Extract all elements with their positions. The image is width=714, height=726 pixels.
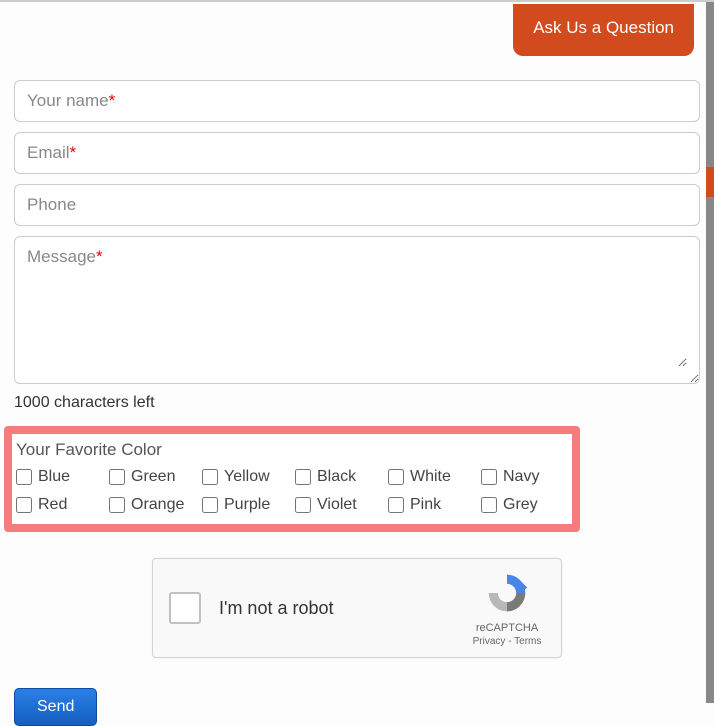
color-checkbox[interactable] [202,497,218,513]
color-option-grey[interactable]: Grey [481,496,568,514]
right-edge-bar [706,2,714,703]
color-checkbox[interactable] [481,497,497,513]
color-label: Green [131,468,175,486]
recaptcha-logo-block: reCAPTCHA Privacy - Terms [467,571,547,647]
color-checkbox-grid: Blue Green Yellow Black White Navy [16,468,568,514]
message-textarea[interactable] [27,247,687,367]
color-option-orange[interactable]: Orange [109,496,196,514]
name-field-wrap: Your name* [14,80,700,122]
color-checkbox[interactable] [388,497,404,513]
phone-input[interactable] [27,195,687,215]
recaptcha-label: I'm not a robot [219,598,334,619]
color-checkbox[interactable] [109,469,125,485]
color-option-yellow[interactable]: Yellow [202,468,289,486]
favorite-color-section: Your Favorite Color Blue Green Yellow Bl… [4,426,580,532]
favorite-color-label: Your Favorite Color [16,440,568,460]
color-option-violet[interactable]: Violet [295,496,382,514]
color-label: Violet [317,496,357,514]
phone-field-wrap: Phone [14,184,700,226]
email-input[interactable] [27,143,687,163]
color-checkbox[interactable] [202,469,218,485]
recaptcha-brand: reCAPTCHA [467,622,547,634]
recaptcha-links[interactable]: Privacy - Terms [467,636,547,647]
color-option-purple[interactable]: Purple [202,496,289,514]
color-option-pink[interactable]: Pink [388,496,475,514]
color-label: Black [317,468,356,486]
email-field-wrap: Email* [14,132,700,174]
color-option-navy[interactable]: Navy [481,468,568,486]
color-option-black[interactable]: Black [295,468,382,486]
name-input[interactable] [27,91,687,111]
color-label: Yellow [224,468,270,486]
color-checkbox[interactable] [388,469,404,485]
color-label: White [410,468,451,486]
color-checkbox[interactable] [16,497,32,513]
color-checkbox[interactable] [295,497,311,513]
color-option-red[interactable]: Red [16,496,103,514]
color-label: Grey [503,496,538,514]
recaptcha-icon [485,571,529,615]
contact-form: Your name* Email* Phone Message* 1000 ch… [0,2,714,726]
color-checkbox[interactable] [481,469,497,485]
color-option-blue[interactable]: Blue [16,468,103,486]
color-checkbox[interactable] [109,497,125,513]
ask-question-label: Ask Us a Question [533,18,674,37]
color-label: Red [38,496,67,514]
color-checkbox[interactable] [295,469,311,485]
ask-question-button[interactable]: Ask Us a Question [513,4,694,56]
char-counter: 1000 characters left [14,394,700,412]
color-label: Navy [503,468,539,486]
color-checkbox[interactable] [16,469,32,485]
send-button[interactable]: Send [14,688,97,726]
send-button-label: Send [37,698,74,715]
color-label: Purple [224,496,270,514]
color-option-green[interactable]: Green [109,468,196,486]
color-option-white[interactable]: White [388,468,475,486]
message-field-wrap: Message* [14,236,700,384]
right-edge-accent [706,167,714,197]
recaptcha-container: I'm not a robot reCAPTCHA Privacy - Term… [14,558,700,658]
color-label: Orange [131,496,184,514]
color-label: Pink [410,496,441,514]
recaptcha-checkbox[interactable] [169,592,201,624]
recaptcha-widget: I'm not a robot reCAPTCHA Privacy - Term… [152,558,562,658]
color-label: Blue [38,468,70,486]
